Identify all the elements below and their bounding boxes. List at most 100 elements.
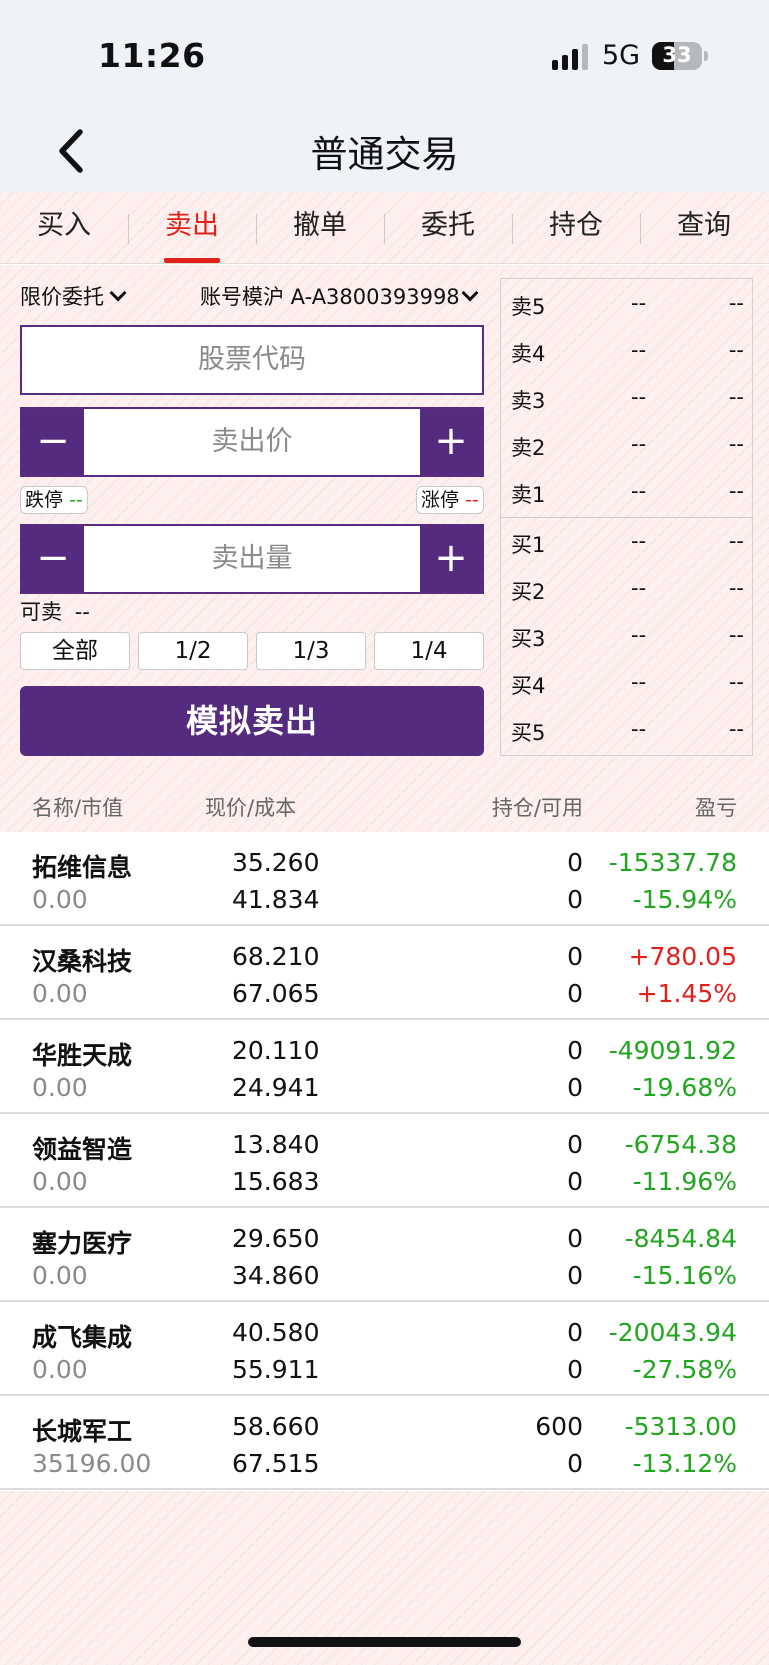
trade-tabs: 买入 卖出 撤单 委托 持仓 查询: [0, 192, 769, 264]
tab-orders[interactable]: 委托: [384, 192, 512, 264]
profit-loss-percent: -19.68%: [632, 1073, 737, 1102]
profit-loss: -20043.94: [608, 1318, 737, 1347]
profit-loss-percent: +1.45%: [636, 979, 737, 1008]
sell-price-input[interactable]: 卖出价: [22, 409, 482, 475]
available-qty: 0: [567, 1073, 583, 1102]
ratio-half-button[interactable]: 1/2: [138, 632, 248, 670]
limit-up-value: --: [465, 489, 479, 511]
active-tab-indicator: [164, 258, 220, 263]
status-bar: 11:26 5G 33: [0, 0, 769, 110]
cost-price: 15.683: [232, 1167, 320, 1196]
bid-row: 买4 -- --: [501, 662, 752, 702]
ask-row: 卖5 -- --: [501, 283, 752, 323]
sell-quantity-input[interactable]: 卖出量: [22, 526, 482, 592]
holding-qty: 0: [567, 1224, 583, 1253]
current-price: 20.110: [232, 1036, 320, 1065]
cost-price: 41.834: [232, 885, 320, 914]
ask-label: 卖1: [511, 483, 546, 507]
current-price: 29.650: [232, 1224, 320, 1253]
ratio-third-button[interactable]: 1/3: [256, 632, 366, 670]
market-value: 0.00: [32, 885, 88, 914]
home-indicator[interactable]: [248, 1637, 521, 1647]
market-value: 0.00: [32, 1073, 88, 1102]
battery-level: 33: [662, 43, 692, 67]
order-type-label: 限价委托: [20, 285, 104, 309]
holding-qty: 0: [567, 848, 583, 877]
sellable-value: --: [74, 600, 90, 624]
bid-label: 买3: [511, 627, 546, 651]
available-qty: 0: [567, 885, 583, 914]
sellable-label: 可卖: [20, 600, 62, 624]
tab-buy[interactable]: 买入: [0, 192, 128, 264]
quantity-decrease-button[interactable]: −: [22, 526, 84, 592]
positions-list: 拓维信息 0.00 35.260 41.834 0 0 -15337.78 -1…: [0, 832, 769, 1490]
order-type-dropdown[interactable]: 限价委托: [20, 281, 127, 311]
profit-loss-percent: -27.58%: [632, 1355, 737, 1384]
simulate-sell-button[interactable]: 模拟卖出: [20, 686, 484, 756]
available-qty: 0: [567, 1261, 583, 1290]
chevron-left-icon[interactable]: [52, 124, 96, 178]
position-row[interactable]: 汉桑科技 0.00 68.210 67.065 0 0 +780.05 +1.4…: [0, 926, 769, 1020]
cost-price: 24.941: [232, 1073, 320, 1102]
tab-query[interactable]: 查询: [640, 192, 768, 264]
ask-volume: --: [728, 338, 744, 362]
position-row[interactable]: 成飞集成 0.00 40.580 55.911 0 0 -20043.94 -2…: [0, 1302, 769, 1396]
header-pnl: 盈亏: [695, 796, 737, 820]
holding-qty: 0: [567, 1036, 583, 1065]
ask-label: 卖4: [511, 342, 546, 366]
position-row[interactable]: 领益智造 0.00 13.840 15.683 0 0 -6754.38 -11…: [0, 1114, 769, 1208]
ask-label: 卖5: [511, 295, 546, 319]
ask-volume: --: [728, 479, 744, 503]
limit-down-label: 跌停: [25, 489, 64, 511]
ask-row: 卖2 -- --: [501, 424, 752, 464]
bid-row: 买1 -- --: [501, 521, 752, 561]
limit-up-badge: 涨停 --: [416, 486, 484, 514]
bid-volume: --: [728, 717, 744, 741]
profit-loss: -15337.78: [608, 848, 737, 877]
stock-name: 拓维信息: [32, 853, 133, 882]
ask-row: 卖1 -- --: [501, 471, 752, 511]
ratio-quarter-button[interactable]: 1/4: [374, 632, 484, 670]
header-price: 现价/成本: [205, 796, 297, 820]
market-value: 35196.00: [32, 1449, 152, 1478]
bid-label: 买1: [511, 533, 546, 557]
bid-row: 买5 -- --: [501, 709, 752, 749]
available-qty: 0: [567, 1355, 583, 1384]
price-increase-button[interactable]: +: [420, 409, 482, 475]
holding-qty: 0: [567, 942, 583, 971]
nav-bar: 普通交易: [0, 110, 769, 192]
position-row[interactable]: 拓维信息 0.00 35.260 41.834 0 0 -15337.78 -1…: [0, 832, 769, 926]
page-title: 普通交易: [310, 133, 459, 176]
price-decrease-button[interactable]: −: [22, 409, 84, 475]
cost-price: 34.860: [232, 1261, 320, 1290]
stock-name: 长城军工: [32, 1417, 133, 1446]
ask-row: 卖4 -- --: [501, 330, 752, 370]
stock-code-input[interactable]: 股票代码: [20, 325, 484, 395]
limit-down-badge: 跌停 --: [20, 486, 88, 514]
limit-up-label: 涨停: [421, 489, 460, 511]
available-qty: 0: [567, 979, 583, 1008]
positions-header: 名称/市值 现价/成本 持仓/可用 盈亏: [0, 780, 769, 832]
account-dropdown[interactable]: 账号模沪 A-A3800393998: [200, 281, 479, 311]
tab-cancel[interactable]: 撤单: [256, 192, 384, 264]
current-price: 58.660: [232, 1412, 320, 1441]
position-row[interactable]: 塞力医疗 0.00 29.650 34.860 0 0 -8454.84 -15…: [0, 1208, 769, 1302]
bid-label: 买5: [511, 721, 546, 745]
profit-loss: -49091.92: [608, 1036, 737, 1065]
sell-quantity-stepper: 卖出量 − +: [20, 524, 484, 594]
quantity-increase-button[interactable]: +: [420, 526, 482, 592]
ask-price: --: [631, 338, 647, 362]
market-value: 0.00: [32, 1167, 88, 1196]
current-price: 35.260: [232, 848, 320, 877]
tab-sell[interactable]: 卖出: [128, 192, 256, 264]
battery-icon: 33: [652, 42, 702, 70]
position-row[interactable]: 长城军工 35196.00 58.660 67.515 600 0 -5313.…: [0, 1396, 769, 1490]
position-row[interactable]: 华胜天成 0.00 20.110 24.941 0 0 -49091.92 -1…: [0, 1020, 769, 1114]
profit-loss: -6754.38: [624, 1130, 737, 1159]
tab-holdings[interactable]: 持仓: [512, 192, 640, 264]
ratio-all-button[interactable]: 全部: [20, 632, 130, 670]
profit-loss-percent: -11.96%: [632, 1167, 737, 1196]
bid-volume: --: [728, 623, 744, 647]
bid-volume: --: [728, 670, 744, 694]
ask-volume: --: [728, 432, 744, 456]
